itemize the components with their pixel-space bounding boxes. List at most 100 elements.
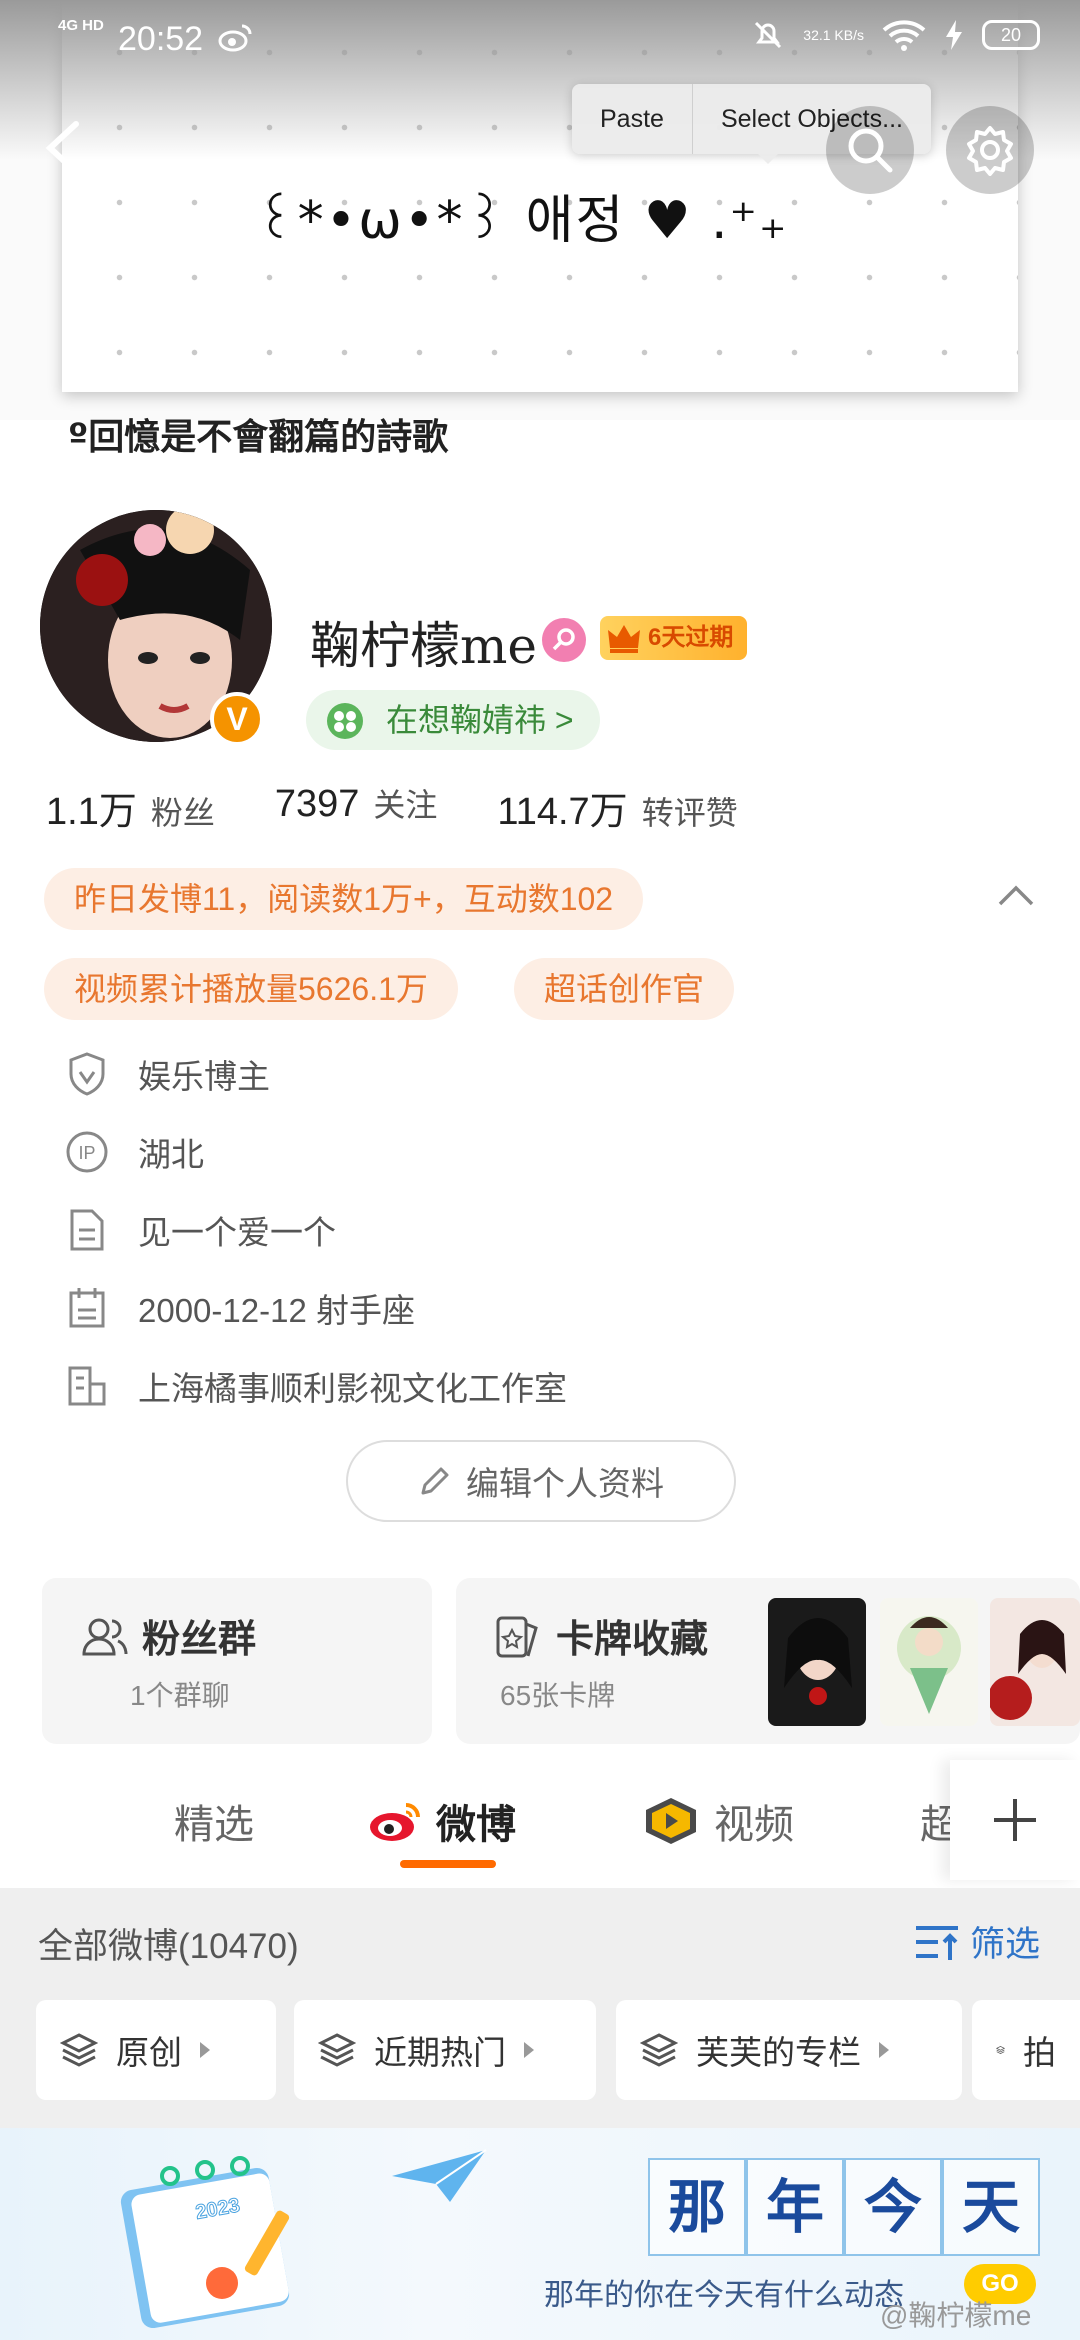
info-text: 娱乐博主 [138, 1058, 270, 1095]
gear-icon [967, 126, 1013, 176]
video-badge-icon [646, 1798, 696, 1844]
building-icon [64, 1363, 110, 1409]
settings-button[interactable] [946, 106, 1034, 194]
fan-group-subtitle: 1个群聊 [130, 1680, 230, 1711]
card-thumbnail[interactable] [990, 1598, 1080, 1726]
add-tab-button[interactable] [950, 1760, 1080, 1880]
card-thumbnail[interactable] [880, 1598, 978, 1726]
tab-video[interactable]: 视频 [640, 1792, 794, 1850]
back-icon[interactable] [38, 118, 88, 178]
clock: 20:52 [118, 20, 204, 58]
tab-label: 精选 [174, 1803, 254, 1847]
stat-value: 7397 [274, 783, 360, 825]
chip-arrow-icon [200, 2042, 210, 2058]
stat-label: 关注 [373, 787, 438, 823]
video-plays-pill[interactable]: 视频累计播放量5626.1万 [44, 958, 458, 1020]
stat-following[interactable]: 7397 关注 [275, 780, 438, 835]
charging-icon [946, 20, 962, 50]
chevron-up-icon[interactable] [996, 880, 1036, 910]
stat-fans[interactable]: 1.1万 粉丝 [46, 780, 215, 835]
edit-profile-button[interactable]: 编辑个人资料 [346, 1440, 736, 1522]
tab-featured[interactable]: 精选 [174, 1792, 254, 1850]
active-tab-indicator [400, 1860, 496, 1868]
tab-weibo[interactable]: 微博 [368, 1792, 516, 1850]
banner-title: 那 年 今 天 [648, 2158, 1040, 2256]
info-category: 娱乐博主 [64, 1050, 270, 1098]
stat-interactions[interactable]: 114.7万 转评赞 [497, 780, 737, 835]
mute-icon [755, 21, 782, 49]
feed-header: 全部微博(10470) 筛选 原创 近期热门 芙芙的专栏 拍 [0, 1888, 1080, 2128]
feed-title: 全部微博(10470) [38, 1927, 299, 1966]
chip-label: 拍 [1023, 2034, 1056, 2071]
chip-original[interactable]: 原创 [36, 2000, 276, 2100]
group-icon [82, 1618, 128, 1656]
mood-status[interactable]: 在想鞠婧祎 > [306, 690, 600, 750]
banner-cell: 天 [942, 2158, 1040, 2256]
crown-icon [608, 625, 640, 653]
search-icon [848, 128, 893, 173]
stat-label: 粉丝 [150, 795, 215, 831]
shield-icon [64, 1051, 110, 1097]
info-ip: IP 湖北 [64, 1128, 204, 1176]
layers-icon [640, 2033, 678, 2067]
clover-icon [327, 703, 363, 739]
nickname: 鞠柠檬me [310, 617, 538, 675]
cover-text: ꒰*•ω•*꒱ 애정 ♥ .⁺₊ [255, 191, 789, 251]
info-text: 见一个爱一个 [138, 1214, 336, 1251]
info-birthday: 2000-12-12 射手座 [64, 1284, 415, 1332]
status-right: 32.1 KB/s 20 [751, 18, 1040, 52]
banner-subtitle: 那年的你在今天有什么动态 [544, 2279, 904, 2312]
layers-icon [318, 2033, 356, 2067]
chip-arrow-icon [524, 2042, 534, 2058]
vip-label: 6天过期 [648, 624, 734, 651]
banner-cell: 那 [648, 2158, 746, 2256]
stat-label: 转评赞 [641, 795, 738, 831]
topic-creator-pill[interactable]: 超话创作官 [514, 958, 735, 1020]
pencil-icon [421, 1467, 449, 1495]
plus-icon [994, 1799, 1036, 1841]
chip-recent-hot[interactable]: 近期热门 [294, 2000, 596, 2100]
document-icon [64, 1207, 110, 1253]
banner-cell: 今 [844, 2158, 942, 2256]
svg-text:IP: IP [78, 1143, 95, 1163]
profile-signature: º回憶是不會翻篇的詩歌 [68, 417, 449, 458]
layers-icon [996, 2046, 1005, 2054]
mood-text: 在想鞠婧祎 > [386, 702, 574, 738]
vip-badge[interactable]: 6天过期 [600, 616, 748, 660]
filter-icon [916, 1925, 958, 1960]
filter-button[interactable]: 筛选 [914, 1916, 1040, 1967]
stat-value: 1.1万 [46, 791, 137, 833]
card-collection-title: 卡牌收藏 [556, 1619, 709, 1661]
watermark: @鞠柠檬me [880, 2300, 1032, 2331]
card-collection-icon [496, 1616, 538, 1658]
card-thumbnail[interactable] [768, 1598, 866, 1726]
layers-icon [60, 2033, 98, 2067]
paper-plane-icon [392, 2149, 487, 2202]
stat-value: 114.7万 [497, 791, 628, 833]
fan-group-card[interactable]: 粉丝群 1个群聊 [42, 1578, 432, 1744]
chip-label: 原创 [116, 2034, 182, 2071]
paste-menu-item[interactable]: Paste [572, 84, 692, 154]
edit-profile-label: 编辑个人资料 [466, 1465, 664, 1502]
search-button[interactable] [826, 106, 914, 194]
network-indicator: 4G HD [58, 17, 104, 34]
yesterday-stats-pill[interactable]: 昨日发博11，阅读数1万+，互动数102 [44, 868, 644, 930]
info-text: 2000-12-12 射手座 [138, 1292, 415, 1329]
verified-badge: V [210, 692, 264, 746]
status-bar: 4G HD 20:52 32.1 KB/s 20 [0, 0, 1080, 80]
chip-arrow-icon [879, 2042, 889, 2058]
battery-indicator: 20 [982, 20, 1040, 50]
profile-stats: 1.1万 粉丝 7397 关注 114.7万 转评赞 [46, 780, 738, 835]
info-text: 湖北 [138, 1136, 204, 1173]
chip-more[interactable]: 拍 [972, 2000, 1080, 2100]
weibo-icon [370, 1803, 420, 1841]
card-collection-subtitle: 65张卡牌 [500, 1680, 616, 1711]
fan-group-title: 粉丝群 [142, 1619, 257, 1661]
female-icon [542, 618, 586, 662]
info-company: 上海橘事顺利影视文化工作室 [64, 1362, 567, 1410]
chip-column[interactable]: 芙芙的专栏 [616, 2000, 962, 2100]
menu-pointer [756, 152, 780, 164]
wifi-icon [882, 20, 926, 51]
tab-label: 视频 [714, 1803, 794, 1847]
info-bio: 见一个爱一个 [64, 1206, 336, 1254]
